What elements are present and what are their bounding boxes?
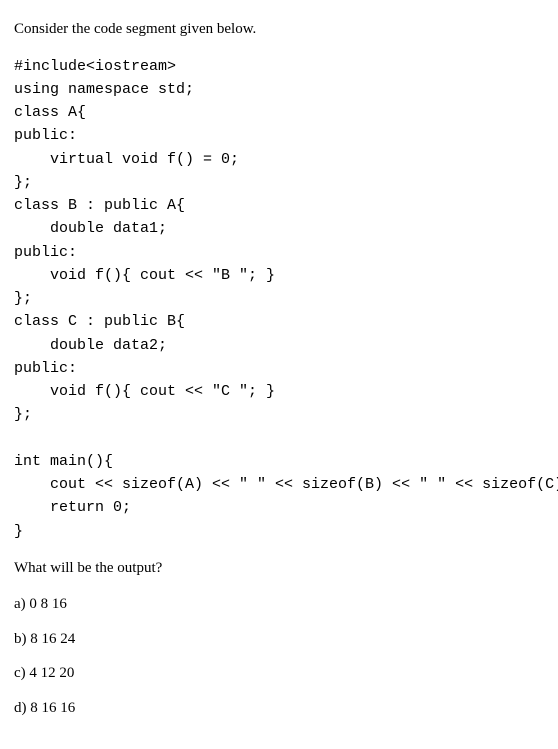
option-c: c) 4 12 20 [14, 662, 544, 685]
option-b: b) 8 16 24 [14, 628, 544, 651]
prompt-text: Consider the code segment given below. [14, 18, 544, 41]
code-block: #include<iostream> using namespace std; … [14, 55, 544, 543]
option-d: d) 8 16 16 [14, 697, 544, 720]
option-a: a) 0 8 16 [14, 593, 544, 616]
question-text: What will be the output? [14, 557, 544, 580]
